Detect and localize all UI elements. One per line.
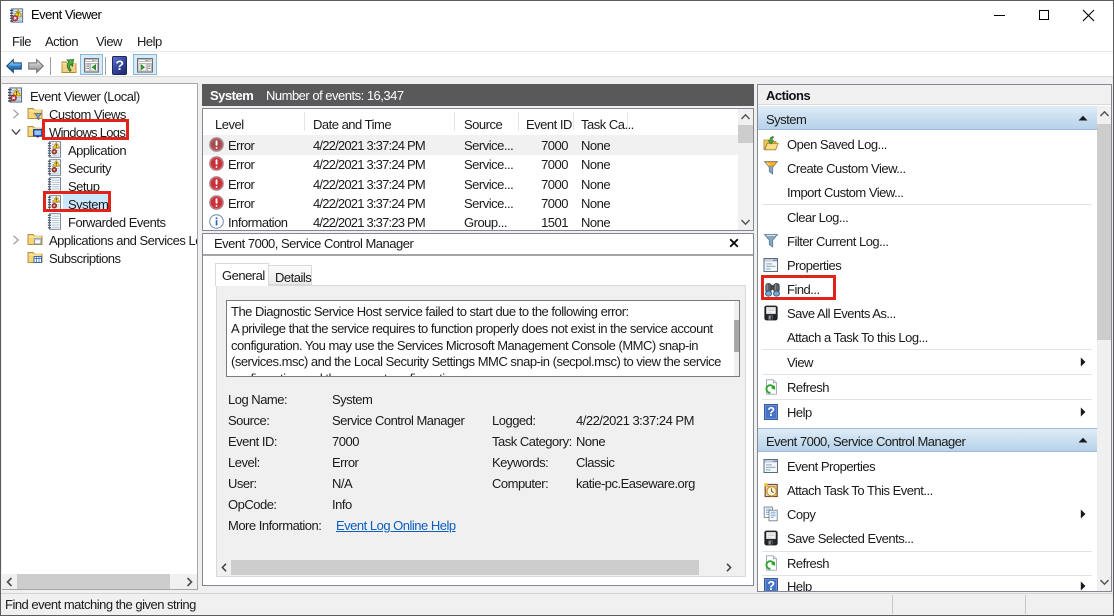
- svg-text:?: ?: [115, 57, 123, 73]
